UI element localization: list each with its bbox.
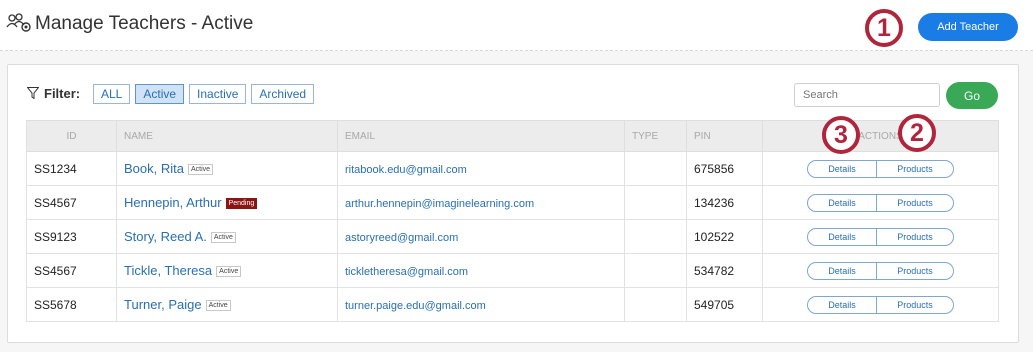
details-button[interactable]: Details [807, 159, 877, 178]
teacher-email-link[interactable]: astoryreed@gmail.com [345, 232, 458, 244]
teacher-actions: Details Products [762, 287, 999, 322]
filter-all-button[interactable]: ALL [93, 84, 131, 104]
products-button[interactable]: Products [877, 193, 954, 212]
teacher-email-cell: tickletheresa@gmail.com [337, 253, 625, 288]
details-button[interactable]: Details [807, 295, 877, 314]
teacher-name-link[interactable]: Book, Rita [124, 161, 184, 176]
filter-options: ALL Active Inactive Archived [93, 84, 315, 104]
filter-label: Filter: [44, 86, 81, 101]
teacher-name-link[interactable]: Turner, Paige [124, 297, 202, 312]
column-header-type: TYPE [624, 120, 687, 152]
teacher-name-link[interactable]: Hennepin, Arthur [124, 195, 222, 210]
teacher-email-link[interactable]: ritabook.edu@gmail.com [345, 164, 467, 176]
products-button[interactable]: Products [877, 159, 954, 178]
teacher-id: SS5678 [26, 287, 117, 322]
teachers-icon [6, 13, 31, 32]
details-button[interactable]: Details [807, 261, 877, 280]
callout-2: 2 [898, 114, 936, 152]
teacher-name-cell: Hennepin, Arthur Pending [116, 185, 338, 220]
column-header-id: ID [26, 120, 117, 152]
table-row: SS9123 Story, Reed A. Active astoryreed@g… [26, 219, 999, 254]
teacher-type [624, 151, 687, 186]
table-row: SS4567 Tickle, Theresa Active ticklethere… [26, 253, 999, 288]
filter-active-button[interactable]: Active [135, 84, 185, 104]
products-button[interactable]: Products [877, 295, 954, 314]
teacher-email-link[interactable]: tickletheresa@gmail.com [345, 266, 468, 278]
column-header-email: EMAIL [337, 120, 625, 152]
teacher-pin: 534782 [686, 253, 763, 288]
search-input[interactable] [794, 83, 940, 107]
teacher-actions: Details Products [762, 253, 999, 288]
teacher-name-cell: Turner, Paige Active [116, 287, 338, 322]
products-button[interactable]: Products [877, 227, 954, 246]
teacher-email-link[interactable]: turner.paige.edu@gmail.com [345, 300, 486, 312]
teacher-email-cell: ritabook.edu@gmail.com [337, 151, 625, 186]
teacher-name-link[interactable]: Story, Reed A. [124, 229, 207, 244]
teacher-pin: 675856 [686, 151, 763, 186]
add-teacher-button[interactable]: Add Teacher [918, 13, 1018, 41]
column-header-name: NAME [116, 120, 338, 152]
status-badge: Pending [225, 198, 258, 210]
filter-inactive-button[interactable]: Inactive [189, 84, 247, 104]
filter-icon [27, 87, 39, 99]
page-title: Manage Teachers - Active [35, 13, 254, 34]
teacher-email-cell: turner.paige.edu@gmail.com [337, 287, 625, 322]
teacher-email-cell: arthur.hennepin@imaginelearning.com [337, 185, 625, 220]
column-header-pin: PIN [686, 120, 763, 152]
teacher-pin: 102522 [686, 219, 763, 254]
callout-3: 3 [822, 116, 860, 154]
teacher-type [624, 219, 687, 254]
teacher-name-cell: Book, Rita Active [116, 151, 338, 186]
teacher-actions: Details Products [762, 219, 999, 254]
teacher-name-cell: Tickle, Theresa Active [116, 253, 338, 288]
table-row: SS1234 Book, Rita Active ritabook.edu@gma… [26, 151, 999, 186]
teacher-actions: Details Products [762, 185, 999, 220]
teacher-name-link[interactable]: Tickle, Theresa [124, 263, 212, 278]
teacher-pin: 549705 [686, 287, 763, 322]
teacher-email-link[interactable]: arthur.hennepin@imaginelearning.com [345, 198, 534, 210]
status-badge: Active [187, 164, 214, 176]
teachers-table: ID NAME EMAIL TYPE PIN ACTIONS SS1234 Bo… [26, 120, 999, 322]
teacher-name-cell: Story, Reed A. Active [116, 219, 338, 254]
filter-archived-button[interactable]: Archived [251, 84, 315, 104]
teacher-actions: Details Products [762, 151, 999, 186]
table-row: SS4567 Hennepin, Arthur Pending arthur.he… [26, 185, 999, 220]
teachers-card: Filter: ALL Active Inactive Archived Go … [7, 64, 1019, 343]
status-badge: Active [205, 300, 231, 312]
teacher-id: SS1234 [26, 151, 117, 186]
teacher-id: SS9123 [26, 219, 117, 254]
details-button[interactable]: Details [807, 193, 877, 212]
table-row: SS5678 Turner, Paige Active turner.paige.… [26, 287, 999, 322]
status-badge: Active [210, 232, 236, 244]
details-button[interactable]: Details [807, 227, 877, 246]
teacher-type [624, 185, 687, 220]
products-button[interactable]: Products [877, 261, 954, 280]
callout-1: 1 [865, 9, 903, 47]
go-button[interactable]: Go [946, 82, 998, 109]
teacher-email-cell: astoryreed@gmail.com [337, 219, 625, 254]
status-badge: Active [216, 266, 242, 278]
teacher-id: SS4567 [26, 185, 117, 220]
teacher-pin: 134236 [686, 185, 763, 220]
column-header-actions: ACTIONS [762, 120, 999, 152]
teacher-id: SS4567 [26, 253, 117, 288]
teacher-type [624, 287, 687, 322]
teacher-type [624, 253, 687, 288]
